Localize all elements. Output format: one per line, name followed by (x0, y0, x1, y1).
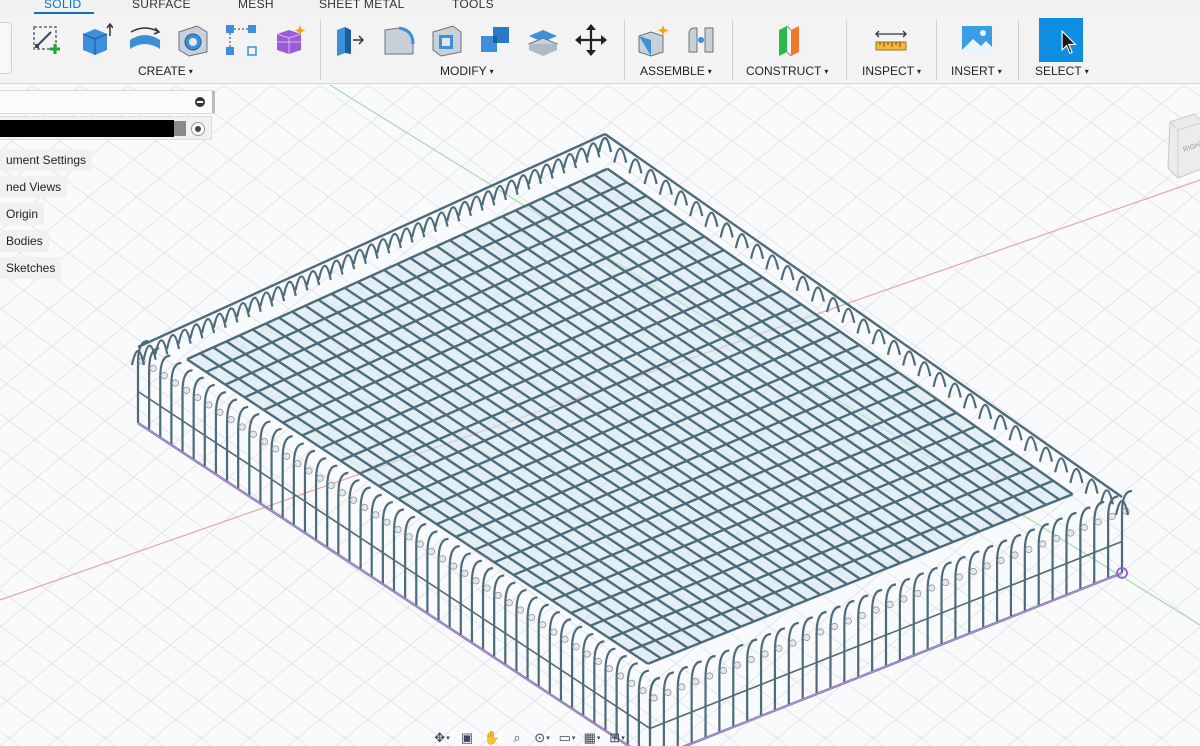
tab-solid[interactable]: SOLID (44, 0, 82, 11)
browser-item-document-settings[interactable]: ument Settings (0, 149, 93, 171)
toolbar: CREATE ▾ MODIFY ▾ ASSEMBLE ▾ CONSTRUCT ▾ INS… (0, 14, 1200, 84)
measure-icon[interactable] (872, 21, 910, 59)
zoom-icon[interactable]: ⌕ (507, 730, 527, 746)
canvas-viewport[interactable] (0, 85, 1200, 746)
display-settings-icon[interactable]: ▭ ▾ (557, 730, 577, 746)
collapse-icon[interactable] (195, 97, 205, 107)
tab-tools[interactable]: TOOLS (452, 0, 494, 11)
create-form-icon[interactable] (270, 21, 308, 59)
assemble-menu[interactable]: ASSEMBLE ▾ (640, 64, 712, 78)
viewcube[interactable]: RIGHT x (1160, 112, 1200, 182)
fillet-icon[interactable] (380, 21, 418, 59)
create-menu[interactable]: CREATE ▾ (138, 64, 193, 78)
activate-radio-icon[interactable] (191, 122, 205, 136)
data-panel-toggle[interactable] (0, 22, 12, 74)
browser-item-sketches[interactable]: Sketches (0, 257, 62, 279)
toolbar-divider (846, 20, 847, 80)
hole-icon[interactable] (174, 21, 212, 59)
browser-resize-handle[interactable] (212, 91, 215, 113)
wire-mesh-body[interactable] (130, 132, 1133, 746)
offset-face-icon[interactable] (524, 21, 562, 59)
toolbar-divider (624, 20, 625, 80)
browser-panel-header (0, 90, 214, 114)
toolbar-divider (320, 20, 321, 80)
grid-settings-icon[interactable]: ▦ ▾ (582, 730, 602, 746)
combine-icon[interactable] (476, 21, 514, 59)
document-visibility-icon[interactable] (174, 121, 186, 136)
move-copy-icon[interactable] (572, 21, 610, 59)
joint-icon[interactable] (682, 21, 720, 59)
modify-menu[interactable]: MODIFY ▾ (440, 64, 494, 78)
shell-icon[interactable] (428, 21, 466, 59)
browser-item-bodies[interactable]: Bodies (0, 230, 49, 252)
inspect-menu[interactable]: INSPECT ▾ (862, 64, 921, 78)
browser-item-origin[interactable]: Origin (0, 203, 45, 225)
browser-root-document[interactable] (0, 116, 212, 140)
orbit-icon[interactable]: ✥ ▾ (432, 730, 452, 746)
look-at-icon[interactable]: ▣ (457, 730, 477, 746)
offset-plane-icon[interactable] (770, 21, 808, 59)
construct-menu[interactable]: CONSTRUCT ▾ (746, 64, 828, 78)
select-cursor-icon[interactable] (1039, 18, 1083, 62)
new-sketch-icon[interactable] (28, 21, 66, 59)
revolve-icon[interactable] (126, 21, 164, 59)
workspace-tabs: SOLID SURFACE MESH SHEET METAL TOOLS (0, 0, 1200, 15)
tab-mesh[interactable]: MESH (238, 0, 274, 11)
pattern-icon[interactable] (222, 21, 260, 59)
press-pull-icon[interactable] (330, 21, 368, 59)
toolbar-divider (732, 20, 733, 80)
navigation-bar: ✥ ▾ ▣ ✋ ⌕ ⊙ ▾ ▭ ▾ ▦ ▾ ⊞ ▾ (432, 730, 702, 746)
insert-menu[interactable]: INSERT ▾ (951, 64, 1002, 78)
toolbar-divider (936, 20, 937, 80)
redacted-document-name (0, 120, 174, 137)
fit-icon[interactable]: ⊙ ▾ (532, 730, 552, 746)
extrude-icon[interactable] (76, 21, 114, 59)
select-menu[interactable]: SELECT ▾ (1035, 64, 1089, 78)
viewports-icon[interactable]: ⊞ ▾ (607, 730, 627, 746)
toolbar-divider (1018, 20, 1019, 80)
new-component-icon[interactable] (634, 21, 672, 59)
tab-sheet-metal[interactable]: SHEET METAL (319, 0, 405, 11)
insert-image-icon[interactable] (958, 21, 996, 59)
model-scene (0, 85, 1200, 746)
browser-item-named-views[interactable]: ned Views (0, 176, 68, 198)
tab-surface[interactable]: SURFACE (132, 0, 191, 11)
pan-icon[interactable]: ✋ (482, 730, 502, 746)
